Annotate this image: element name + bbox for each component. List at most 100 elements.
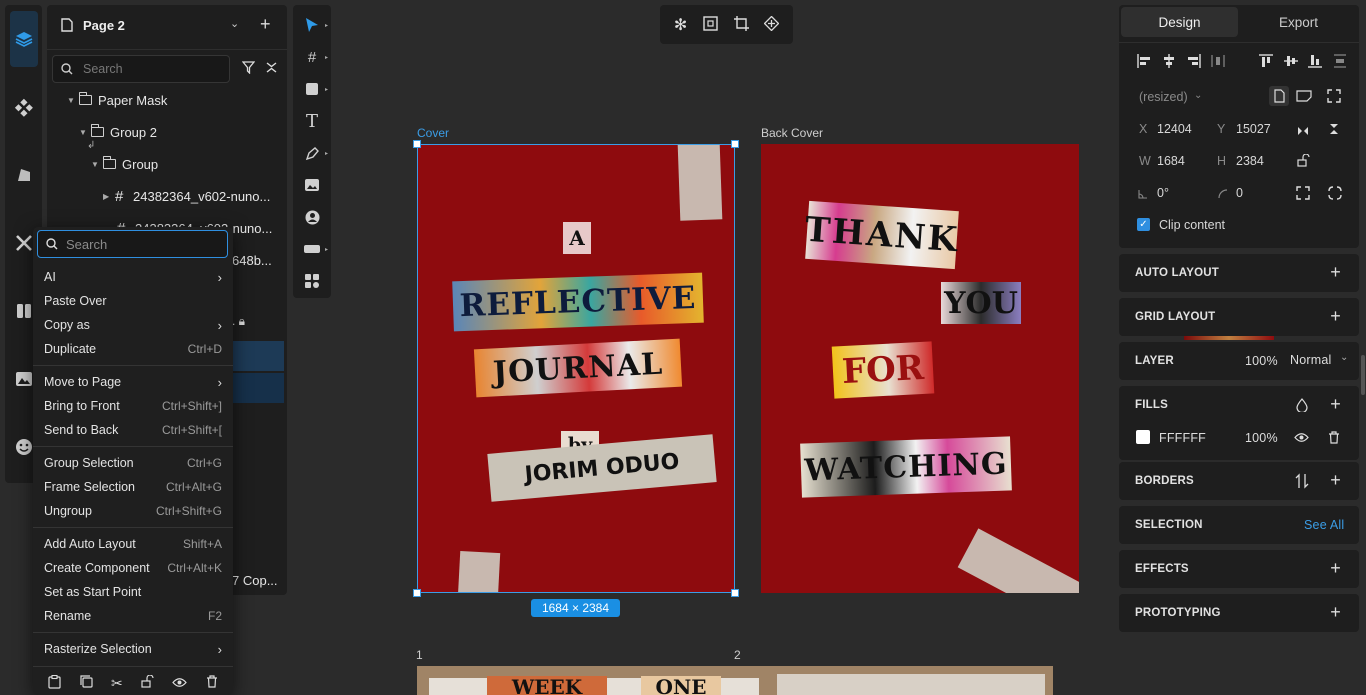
pen-tool-icon[interactable] [301, 142, 323, 164]
menu-item-ungroup[interactable]: Ungroup Ctrl+Shift+G [33, 499, 233, 523]
filter-icon[interactable] [241, 61, 256, 77]
cover-frame[interactable]: A REFLECTIVE JOURNAL by JORIM ODUO [417, 144, 735, 593]
widgets-tool-icon[interactable] [301, 270, 323, 292]
rectangle-tool-icon[interactable] [301, 78, 323, 100]
menu-item-rename[interactable]: Rename F2 [33, 604, 233, 628]
fill-hex[interactable]: FFFFFF [1159, 431, 1206, 445]
tab-export[interactable]: Export [1240, 7, 1357, 37]
distribute-horizontal-icon[interactable] [1211, 54, 1225, 68]
flip-horizontal-icon[interactable] [1297, 124, 1309, 139]
see-all-link[interactable]: See All [1304, 518, 1344, 532]
add-icon[interactable]: + [1330, 262, 1341, 283]
menu-item-paste-over[interactable]: Paste Over [33, 289, 233, 313]
clip-content-checkbox[interactable]: ✓ [1137, 218, 1150, 231]
resize-preset-label[interactable]: (resized) [1139, 90, 1188, 104]
avatar-tool-icon[interactable] [301, 206, 323, 228]
menu-item-set-start-point[interactable]: Set as Start Point [33, 580, 233, 604]
caret-icon[interactable]: ▸ [325, 246, 328, 253]
layer-opacity[interactable]: 100% [1245, 354, 1278, 368]
section-effects[interactable]: EFFECTS + [1119, 550, 1359, 588]
selected-row-highlight[interactable] [232, 373, 284, 403]
fill-style-icon[interactable] [1296, 398, 1308, 415]
add-icon[interactable]: + [1330, 558, 1341, 579]
assets-icon[interactable] [10, 161, 38, 189]
constrain-proportions-icon[interactable] [1297, 153, 1311, 170]
frame-label-2[interactable]: 2 [734, 648, 741, 662]
add-page-icon[interactable]: + [260, 14, 271, 35]
section-fills[interactable]: FILLS + FFFFFF 100% [1119, 386, 1359, 460]
layer-row-copy[interactable]: 7 Cop... [232, 567, 278, 593]
ai-sparkle-icon[interactable]: ✻ [674, 15, 687, 35]
align-bottom-icon[interactable] [1308, 54, 1323, 68]
radius-value[interactable]: 0 [1236, 186, 1243, 200]
layer-row-paper-mask[interactable]: ▼ Paper Mask [67, 87, 167, 113]
frame-tool-icon[interactable]: # [301, 46, 323, 68]
section-layer[interactable]: LAYER 100% Normal ⌄ [1119, 342, 1359, 380]
sort-borders-icon[interactable] [1295, 473, 1309, 492]
flip-vertical-icon[interactable] [1329, 123, 1339, 138]
page-selector[interactable]: Page 2 ⌄ + [47, 5, 287, 45]
section-grid-layout[interactable]: GRID LAYOUT + [1119, 298, 1359, 340]
section-selection[interactable]: SELECTION See All [1119, 506, 1359, 544]
trash-icon[interactable] [206, 675, 218, 691]
copy-icon[interactable] [79, 675, 93, 691]
resize-handle[interactable] [731, 140, 739, 148]
resize-handle[interactable] [413, 140, 421, 148]
selected-row-highlight[interactable] [232, 341, 284, 371]
h-value[interactable]: 2384 [1236, 154, 1264, 168]
resize-handle[interactable] [731, 589, 739, 597]
layer-row-group[interactable]: ▼ Group [91, 151, 158, 177]
back-cover-frame[interactable]: THANK YOU FOR WATCHING [761, 144, 1079, 593]
w-value[interactable]: 1684 [1157, 154, 1185, 168]
button-tool-icon[interactable] [301, 238, 323, 260]
image-tool-icon[interactable] [301, 174, 323, 196]
individual-corners-icon[interactable] [1296, 186, 1310, 203]
caret-icon[interactable]: ▸ [325, 150, 328, 157]
caret-icon[interactable]: ▸ [325, 86, 328, 93]
crop-frame-icon[interactable] [733, 15, 749, 34]
chevron-down-icon[interactable]: ⌄ [230, 17, 239, 30]
frame-label-back-cover[interactable]: Back Cover [761, 126, 823, 140]
eye-icon[interactable] [172, 676, 188, 691]
align-right-icon[interactable] [1187, 54, 1201, 68]
add-icon[interactable]: + [1330, 470, 1341, 491]
section-borders[interactable]: BORDERS + [1119, 462, 1359, 500]
lock-icon[interactable] [141, 674, 154, 691]
landscape-orientation-icon[interactable] [1296, 89, 1312, 106]
menu-item-send-to-back[interactable]: Send to Back Ctrl+Shift+[ [33, 418, 233, 442]
collapse-icon[interactable] [265, 61, 278, 77]
frame-label-cover[interactable]: Cover [417, 126, 449, 140]
menu-item-ai[interactable]: AI › [33, 265, 233, 289]
y-value[interactable]: 15027 [1236, 122, 1271, 136]
tab-design[interactable]: Design [1121, 7, 1238, 37]
menu-item-group-selection[interactable]: Group Selection Ctrl+G [33, 451, 233, 475]
caret-icon[interactable]: ▸ [325, 54, 328, 61]
align-left-icon[interactable] [1137, 54, 1151, 68]
layers-icon[interactable] [10, 11, 38, 67]
caret-down-icon[interactable]: ▼ [91, 160, 103, 169]
section-prototyping[interactable]: PROTOTYPING + [1119, 594, 1359, 632]
trash-icon[interactable] [1328, 431, 1340, 447]
menu-item-bring-to-front[interactable]: Bring to Front Ctrl+Shift+] [33, 394, 233, 418]
menu-item-copy-as[interactable]: Copy as › [33, 313, 233, 337]
align-middle-icon[interactable] [1283, 54, 1298, 68]
menu-item-frame-selection[interactable]: Frame Selection Ctrl+Alt+G [33, 475, 233, 499]
layer-row-frame-1[interactable]: ▶ #24382364_v602-nuno... [103, 183, 270, 209]
page-spread-frame[interactable]: WEEK ONE [417, 666, 1053, 695]
caret-right-icon[interactable]: ▶ [103, 192, 115, 201]
add-icon[interactable]: + [1330, 306, 1341, 327]
chevron-down-icon[interactable]: ⌄ [1194, 90, 1202, 101]
section-auto-layout[interactable]: AUTO LAYOUT + [1119, 254, 1359, 292]
context-menu-search[interactable] [37, 230, 228, 258]
menu-item-rasterize[interactable]: Rasterize Selection › [33, 637, 233, 661]
align-center-icon[interactable] [1162, 54, 1176, 68]
caret-icon[interactable]: ▸ [325, 22, 328, 29]
portrait-orientation-icon[interactable] [1269, 86, 1289, 106]
fit-frame-icon[interactable] [703, 15, 718, 34]
distribute-vertical-icon[interactable] [1333, 54, 1347, 68]
frame-label-1[interactable]: 1 [416, 648, 423, 662]
x-value[interactable]: 12404 [1157, 122, 1192, 136]
menu-item-create-component[interactable]: Create Component Ctrl+Alt+K [33, 556, 233, 580]
menu-item-duplicate[interactable]: Duplicate Ctrl+D [33, 337, 233, 361]
move-tool-icon[interactable] [301, 14, 323, 36]
